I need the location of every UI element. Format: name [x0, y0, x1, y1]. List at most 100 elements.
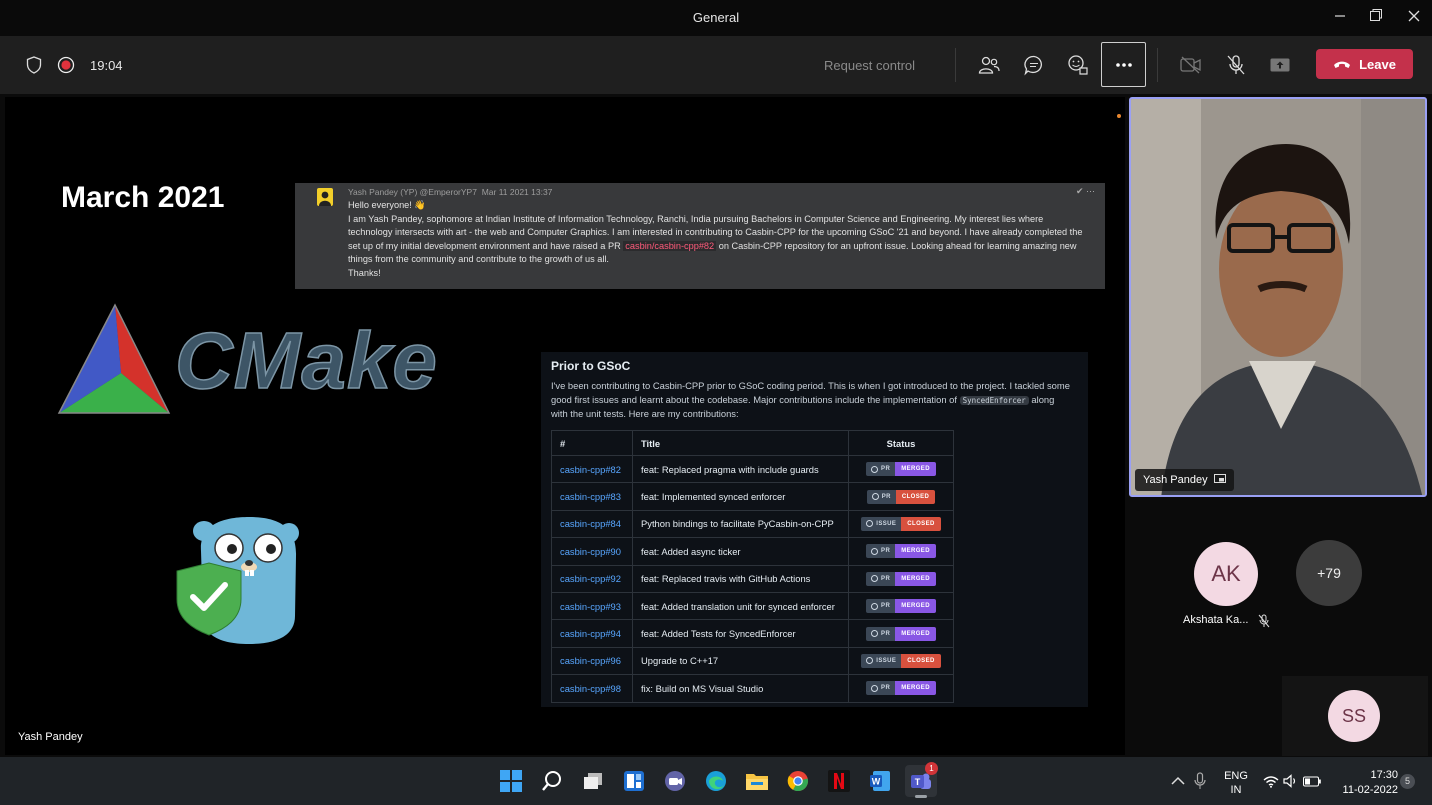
indicator-dot	[1117, 114, 1121, 118]
meeting-toolbar: 19:04 Request control Leave	[0, 36, 1432, 94]
windows-taskbar: W T 1 ENG IN 17:30 11-02-2022 5	[0, 757, 1432, 805]
people-icon[interactable]	[972, 48, 1006, 82]
start-icon[interactable]	[495, 765, 527, 797]
search-icon[interactable]	[536, 765, 568, 797]
cmake-text: CMake	[174, 316, 438, 405]
widgets-icon[interactable]	[618, 765, 650, 797]
gopher-shield-image	[171, 511, 301, 646]
restore-icon[interactable]	[1363, 6, 1389, 28]
window-title: General	[692, 10, 740, 25]
status-badge: PR CLOSED	[866, 489, 936, 504]
close-icon[interactable]	[1401, 6, 1427, 28]
minimize-icon[interactable]	[1327, 6, 1353, 28]
meeting-stage: March 2021 Yash Pandey (YP) @EmperorYP7 …	[0, 94, 1432, 757]
row-issue-link[interactable]: casbin-cpp#98	[551, 674, 633, 703]
participant-name-ak: Akshata Ka...	[1183, 614, 1249, 626]
clock-date: 11-02-2022	[1342, 784, 1398, 796]
table-row: casbin-cpp#92 feat: Replaced travis with …	[551, 564, 954, 593]
notification-badge[interactable]: 5	[1400, 774, 1415, 789]
badge-status: MERGED	[895, 462, 936, 477]
camera-off-icon[interactable]	[1174, 48, 1208, 82]
table-row: casbin-cpp#82 feat: Replaced pragma with …	[551, 454, 954, 484]
contributions-card: Prior to GSoC I've been contributing to …	[541, 352, 1088, 707]
leave-button[interactable]: Leave	[1316, 49, 1413, 79]
video-name: Yash Pandey	[1143, 474, 1208, 486]
github-icon	[866, 657, 874, 665]
row-title: Upgrade to C++17	[632, 646, 849, 676]
active-indicator	[915, 795, 927, 798]
header-status: Status	[848, 430, 954, 456]
status-badge: ISSUE CLOSED	[861, 653, 941, 668]
battery-icon[interactable]	[1302, 765, 1322, 797]
row-issue-link[interactable]: casbin-cpp#83	[551, 482, 633, 511]
badge-kind: PR	[881, 466, 891, 473]
header-number: #	[551, 430, 633, 456]
more-actions-button[interactable]	[1101, 42, 1146, 87]
divider	[1157, 48, 1158, 82]
badge-status: MERGED	[895, 599, 936, 614]
table-row: casbin-cpp#98 fix: Build on MS Visual Stu…	[551, 674, 954, 703]
table-row: casbin-cpp#84 Python bindings to facilita…	[551, 509, 954, 539]
wifi-icon[interactable]	[1262, 765, 1280, 797]
slide-heading: March 2021	[61, 181, 225, 214]
status-badge: PR MERGED	[866, 571, 936, 586]
table-row: casbin-cpp#93 feat: Added translation uni…	[551, 591, 954, 621]
share-screen-icon[interactable]	[1263, 48, 1297, 82]
taskbar-clock[interactable]: 17:30 11-02-2022	[1330, 768, 1398, 798]
row-title: feat: Added Tests for SyncedEnforcer	[632, 619, 849, 648]
badge-kind: PR	[881, 493, 891, 500]
video-feed	[1131, 99, 1425, 495]
badge-kind: PR	[881, 685, 891, 692]
status-badge: PR MERGED	[866, 462, 936, 477]
meeting-timer: 19:04	[90, 58, 123, 73]
row-issue-link[interactable]: casbin-cpp#92	[551, 564, 633, 593]
task-view-icon[interactable]	[577, 765, 609, 797]
badge-status: MERGED	[895, 626, 936, 641]
participant-video[interactable]: Yash Pandey	[1129, 97, 1427, 497]
reactions-icon[interactable]	[1061, 48, 1095, 82]
teams-chat-icon[interactable]	[659, 765, 691, 797]
card-intro: I've been contributing to Casbin-CPP pri…	[551, 380, 1070, 419]
word-icon[interactable]: W	[864, 765, 896, 797]
badge-status: MERGED	[895, 571, 936, 586]
title-bar: General	[0, 0, 1432, 36]
row-issue-link[interactable]: casbin-cpp#82	[551, 454, 633, 484]
request-control-button[interactable]: Request control	[824, 58, 915, 73]
more-participants-button[interactable]: +79	[1296, 540, 1362, 606]
row-issue-link[interactable]: casbin-cpp#96	[551, 646, 633, 676]
edge-icon[interactable]	[700, 765, 732, 797]
github-icon	[866, 520, 874, 528]
row-issue-link[interactable]: casbin-cpp#94	[551, 619, 633, 648]
mic-off-icon[interactable]	[1219, 48, 1253, 82]
contributions-table: # Title Status casbin-cpp#82 feat: Replac…	[551, 430, 954, 703]
status-badge: PR MERGED	[866, 544, 936, 559]
badge-kind: PR	[881, 575, 891, 582]
microphone-tray-icon[interactable]	[1184, 765, 1216, 797]
badge-status: CLOSED	[895, 489, 936, 504]
card-intro-code: SyncedEnforcer	[959, 395, 1029, 405]
row-issue-link[interactable]: casbin-cpp#84	[551, 509, 633, 539]
chat-message: Yash Pandey (YP) @EmperorYP7 Mar 11 2021…	[295, 183, 1105, 289]
message-closing: Thanks!	[348, 267, 381, 278]
volume-icon[interactable]	[1282, 765, 1300, 797]
row-issue-link[interactable]: casbin-cpp#90	[551, 537, 633, 566]
cmake-logo: CMake	[57, 303, 447, 418]
row-title: feat: Added translation unit for synced …	[632, 591, 849, 621]
file-explorer-icon[interactable]	[741, 765, 773, 797]
teams-app-icon[interactable]: T 1	[905, 762, 938, 798]
badge-kind: PR	[881, 603, 891, 610]
language-indicator[interactable]: ENG IN	[1216, 769, 1256, 797]
table-row: casbin-cpp#83 feat: Implemented synced en…	[551, 482, 954, 511]
status-badge: PR MERGED	[866, 599, 936, 614]
avatar-ak[interactable]: AK	[1194, 542, 1258, 606]
avatar-ss[interactable]: SS	[1328, 690, 1380, 742]
message-date: Mar 11 2021 13:37	[481, 187, 553, 197]
chat-icon[interactable]	[1017, 48, 1051, 82]
row-title: feat: Replaced travis with GitHub Action…	[632, 564, 849, 593]
video-name-tag: Yash Pandey	[1135, 469, 1234, 491]
netflix-icon[interactable]	[823, 765, 855, 797]
message-greeting: Hello everyone! 👋	[348, 200, 426, 210]
chrome-icon[interactable]	[782, 765, 814, 797]
row-issue-link[interactable]: casbin-cpp#93	[551, 591, 633, 621]
more-icon	[1115, 62, 1132, 67]
